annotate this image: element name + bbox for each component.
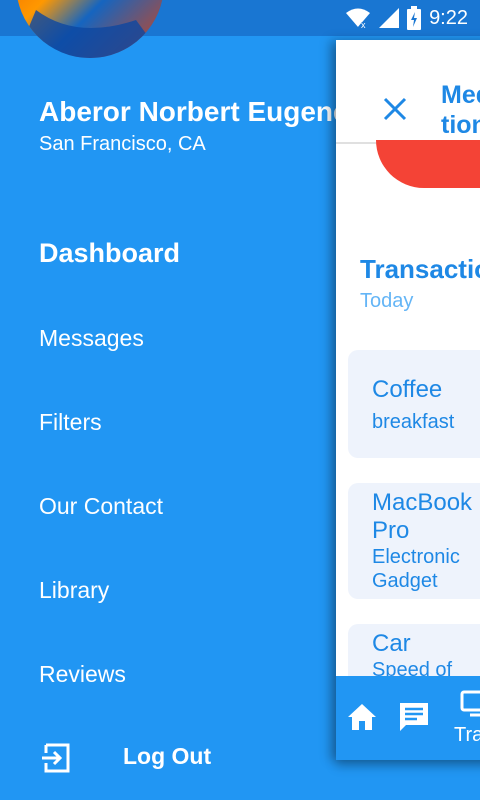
nav-label-transactions[interactable]: Tra bbox=[454, 724, 480, 747]
wifi-icon: x bbox=[346, 8, 371, 29]
menu-item-filters[interactable]: Filters bbox=[39, 409, 102, 436]
panel-title-line2: tion bbox=[441, 111, 480, 139]
menu-item-reviews[interactable]: Reviews bbox=[39, 661, 126, 688]
status-icons: x 9:22 bbox=[345, 0, 468, 36]
panel-title: Med tion bbox=[441, 80, 480, 140]
section-subtitle: Today bbox=[360, 290, 414, 312]
transaction-title-line2: Pro bbox=[372, 517, 410, 544]
transaction-title-line1: MacBook bbox=[372, 489, 473, 516]
transaction-subtitle-line2: Gadget bbox=[372, 570, 438, 592]
menu-item-library[interactable]: Library bbox=[39, 577, 109, 604]
transaction-title: Car bbox=[372, 630, 411, 657]
red-banner bbox=[376, 140, 480, 188]
transaction-card-macbook[interactable]: MacBook Pro Electronic Gadget bbox=[348, 483, 480, 599]
transaction-card-coffee[interactable]: Coffee breakfast bbox=[348, 350, 480, 458]
chat-icon[interactable] bbox=[398, 701, 430, 733]
avatar[interactable] bbox=[16, 0, 164, 58]
home-icon[interactable] bbox=[346, 702, 378, 732]
logout-icon[interactable] bbox=[40, 742, 72, 774]
section-title: Transaction bbox=[360, 254, 480, 284]
svg-text:x: x bbox=[361, 20, 366, 29]
transaction-title: MacBook Pro bbox=[372, 489, 472, 545]
menu-item-our-contact[interactable]: Our Contact bbox=[39, 493, 163, 520]
battery-charging-icon bbox=[407, 6, 422, 30]
panel-title-line1: Med bbox=[441, 81, 480, 109]
close-icon[interactable] bbox=[382, 96, 408, 122]
app-screen-panel: Med tion Transaction Today Coffee breakf… bbox=[336, 40, 480, 760]
avatar-image bbox=[16, 10, 164, 58]
panel-header: Med tion bbox=[336, 40, 480, 144]
clock: 9:22 bbox=[429, 6, 468, 29]
monitor-icon[interactable] bbox=[460, 690, 480, 718]
menu-item-messages[interactable]: Messages bbox=[39, 325, 144, 352]
transaction-subtitle: Electronic Gadget bbox=[372, 545, 460, 593]
bottom-navigation: Tra bbox=[336, 676, 480, 760]
transaction-subtitle-line1: Electronic bbox=[372, 546, 460, 568]
cell-signal-icon bbox=[379, 8, 400, 28]
transaction-subtitle: breakfast bbox=[372, 411, 455, 433]
user-name: Aberor Norbert Eugene bbox=[39, 96, 349, 127]
logout-button[interactable]: Log Out bbox=[123, 743, 211, 770]
transaction-title: Coffee bbox=[372, 376, 443, 403]
menu-item-dashboard[interactable]: Dashboard bbox=[39, 238, 180, 269]
user-location: San Francisco, CA bbox=[39, 133, 206, 155]
